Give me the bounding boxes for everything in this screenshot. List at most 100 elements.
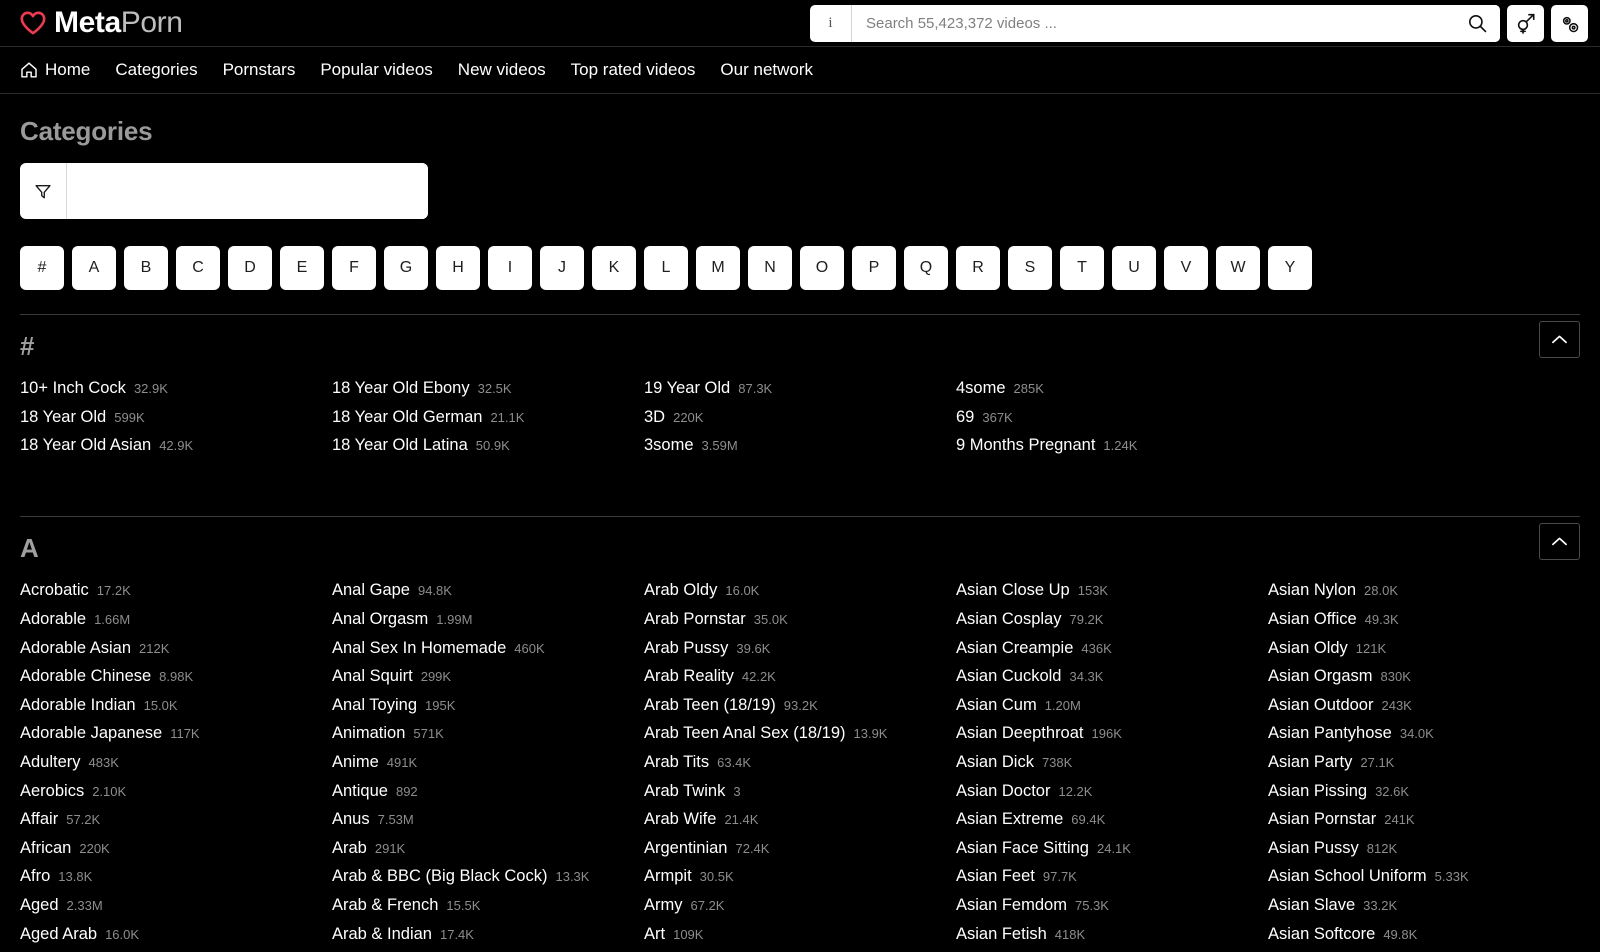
category-link[interactable]: Asian Feet 97.7K xyxy=(956,862,1268,891)
category-link[interactable]: Asian Nylon 28.0K xyxy=(1268,576,1580,605)
category-link[interactable]: Arab Pornstar 35.0K xyxy=(644,605,956,634)
category-link[interactable]: Adorable Asian 212K xyxy=(20,634,332,663)
alphabet-button-v[interactable]: V xyxy=(1164,246,1208,290)
category-link[interactable]: Anal Squirt 299K xyxy=(332,662,644,691)
category-link[interactable]: Armpit 30.5K xyxy=(644,862,956,891)
alphabet-button-o[interactable]: O xyxy=(800,246,844,290)
alphabet-button-e[interactable]: E xyxy=(280,246,324,290)
category-link[interactable]: Asian Slave 33.2K xyxy=(1268,891,1580,920)
alphabet-button-h[interactable]: H xyxy=(436,246,480,290)
category-link[interactable]: Arab Tits 63.4K xyxy=(644,748,956,777)
nav-item-popular-videos[interactable]: Popular videos xyxy=(320,60,446,80)
collapse-section-button[interactable] xyxy=(1539,321,1580,358)
alphabet-button-l[interactable]: L xyxy=(644,246,688,290)
category-link[interactable]: Asian Creampie 436K xyxy=(956,634,1268,663)
category-link[interactable]: Asian Pussy 812K xyxy=(1268,834,1580,863)
category-link[interactable]: Asian Orgasm 830K xyxy=(1268,662,1580,691)
category-link[interactable]: Asian Cosplay 79.2K xyxy=(956,605,1268,634)
category-link[interactable]: Art 109K xyxy=(644,920,956,949)
category-link[interactable]: Aged Arab 16.0K xyxy=(20,920,332,949)
category-link[interactable]: Asian Cuckold 34.3K xyxy=(956,662,1268,691)
alphabet-button-p[interactable]: P xyxy=(852,246,896,290)
category-link[interactable]: Asian Pissing 32.6K xyxy=(1268,777,1580,806)
alphabet-button-f[interactable]: F xyxy=(332,246,376,290)
category-link[interactable]: Afro 13.8K xyxy=(20,862,332,891)
category-link[interactable]: 19 Year Old 87.3K xyxy=(644,374,956,403)
category-link[interactable]: Asian Femdom 75.3K xyxy=(956,891,1268,920)
category-link[interactable]: Anus 7.53M xyxy=(332,805,644,834)
alphabet-button-b[interactable]: B xyxy=(124,246,168,290)
category-link[interactable]: Asian Doctor 12.2K xyxy=(956,777,1268,806)
category-link[interactable]: Anal Sex In Homemade 460K xyxy=(332,634,644,663)
category-link[interactable]: Asian Face Sitting 24.1K xyxy=(956,834,1268,863)
category-link[interactable]: Acrobatic 17.2K xyxy=(20,576,332,605)
category-link[interactable]: Arab Reality 42.2K xyxy=(644,662,956,691)
alphabet-button-g[interactable]: G xyxy=(384,246,428,290)
category-link[interactable]: 10+ Inch Cock 32.9K xyxy=(20,374,332,403)
category-link[interactable]: Aged Indian35.9K xyxy=(20,948,332,952)
alphabet-button-a[interactable]: A xyxy=(72,246,116,290)
category-link[interactable]: Asian Spanked16.0K xyxy=(1268,948,1580,952)
gender-filter-button[interactable] xyxy=(1507,5,1544,42)
category-filter-input[interactable] xyxy=(67,163,428,219)
category-link[interactable]: African 220K xyxy=(20,834,332,863)
alphabet-button-c[interactable]: C xyxy=(176,246,220,290)
category-link[interactable]: 18 Year Old Asian 42.9K xyxy=(20,431,332,460)
category-link[interactable]: Asian School Uniform 5.33K xyxy=(1268,862,1580,891)
alphabet-button-k[interactable]: K xyxy=(592,246,636,290)
settings-button[interactable] xyxy=(1551,5,1588,42)
category-link[interactable]: Aged 2.33M xyxy=(20,891,332,920)
alphabet-button-m[interactable]: M xyxy=(696,246,740,290)
category-link[interactable]: Adultery 483K xyxy=(20,748,332,777)
alphabet-button-q[interactable]: Q xyxy=(904,246,948,290)
category-link[interactable]: Argentinian 72.4K xyxy=(644,834,956,863)
nav-item-categories[interactable]: Categories xyxy=(115,60,211,80)
category-link[interactable]: 69 367K xyxy=(956,403,1268,432)
filter-icon-button[interactable] xyxy=(20,163,67,219)
category-link[interactable]: Asian Close Up 153K xyxy=(956,576,1268,605)
alphabet-button-y[interactable]: Y xyxy=(1268,246,1312,290)
collapse-section-button[interactable] xyxy=(1539,523,1580,561)
nav-item-our-network[interactable]: Our network xyxy=(720,60,827,80)
nav-item-home[interactable]: Home xyxy=(20,60,104,80)
alphabet-button-r[interactable]: R xyxy=(956,246,1000,290)
alphabet-button-j[interactable]: J xyxy=(540,246,584,290)
category-link[interactable]: Anime 491K xyxy=(332,748,644,777)
category-link[interactable]: Arab 291K xyxy=(332,834,644,863)
category-link[interactable]: 3D 220K xyxy=(644,403,956,432)
category-link[interactable]: Adorable Japanese 117K xyxy=(20,719,332,748)
category-link[interactable]: 9 Months Pregnant 1.24K xyxy=(956,431,1268,460)
category-link[interactable]: Asian Fetish 418K xyxy=(956,920,1268,949)
alphabet-button-t[interactable]: T xyxy=(1060,246,1104,290)
alphabet-button-i[interactable]: I xyxy=(488,246,532,290)
alphabet-button-d[interactable]: D xyxy=(228,246,272,290)
category-link[interactable]: Anal Toying 195K xyxy=(332,691,644,720)
category-link[interactable]: Arab Teen Anal Sex (18/19) 13.9K xyxy=(644,719,956,748)
alphabet-button-w[interactable]: W xyxy=(1216,246,1260,290)
search-input[interactable] xyxy=(852,5,1454,42)
category-link[interactable]: Arab & Indian 17.4K xyxy=(332,920,644,949)
category-link[interactable]: Asian Pantyhose 34.0K xyxy=(1268,719,1580,748)
search-button[interactable] xyxy=(1454,5,1500,42)
category-link[interactable]: Adorable Indian 15.0K xyxy=(20,691,332,720)
category-link[interactable]: Asian Softcore 49.8K xyxy=(1268,920,1580,949)
category-link[interactable]: Artistic15.4K xyxy=(644,948,956,952)
category-link[interactable]: Antique 892 xyxy=(332,777,644,806)
category-link[interactable]: Adorable Chinese 8.98K xyxy=(20,662,332,691)
category-link[interactable]: Arab Wife 21.4K xyxy=(644,805,956,834)
info-icon[interactable]: i xyxy=(810,5,852,42)
category-link[interactable]: Arab & BBC (Big Black Cock) 13.3K xyxy=(332,862,644,891)
category-link[interactable]: Arab & White16.6K xyxy=(332,948,644,952)
category-link[interactable]: Arab Oldy 16.0K xyxy=(644,576,956,605)
category-link[interactable]: Army 67.2K xyxy=(644,891,956,920)
category-link[interactable]: Adorable 1.66M xyxy=(20,605,332,634)
category-link[interactable]: Asian Dick 738K xyxy=(956,748,1268,777)
category-link[interactable]: Asian Cum 1.20M xyxy=(956,691,1268,720)
category-link[interactable]: 3some 3.59M xyxy=(644,431,956,460)
category-link[interactable]: Asian Fisting28.1K xyxy=(956,948,1268,952)
category-link[interactable]: Affair 57.2K xyxy=(20,805,332,834)
category-link[interactable]: Arab Pussy 39.6K xyxy=(644,634,956,663)
category-link[interactable]: Asian Deepthroat 196K xyxy=(956,719,1268,748)
category-link[interactable]: 18 Year Old Latina 50.9K xyxy=(332,431,644,460)
category-link[interactable]: Arab Teen (18/19) 93.2K xyxy=(644,691,956,720)
